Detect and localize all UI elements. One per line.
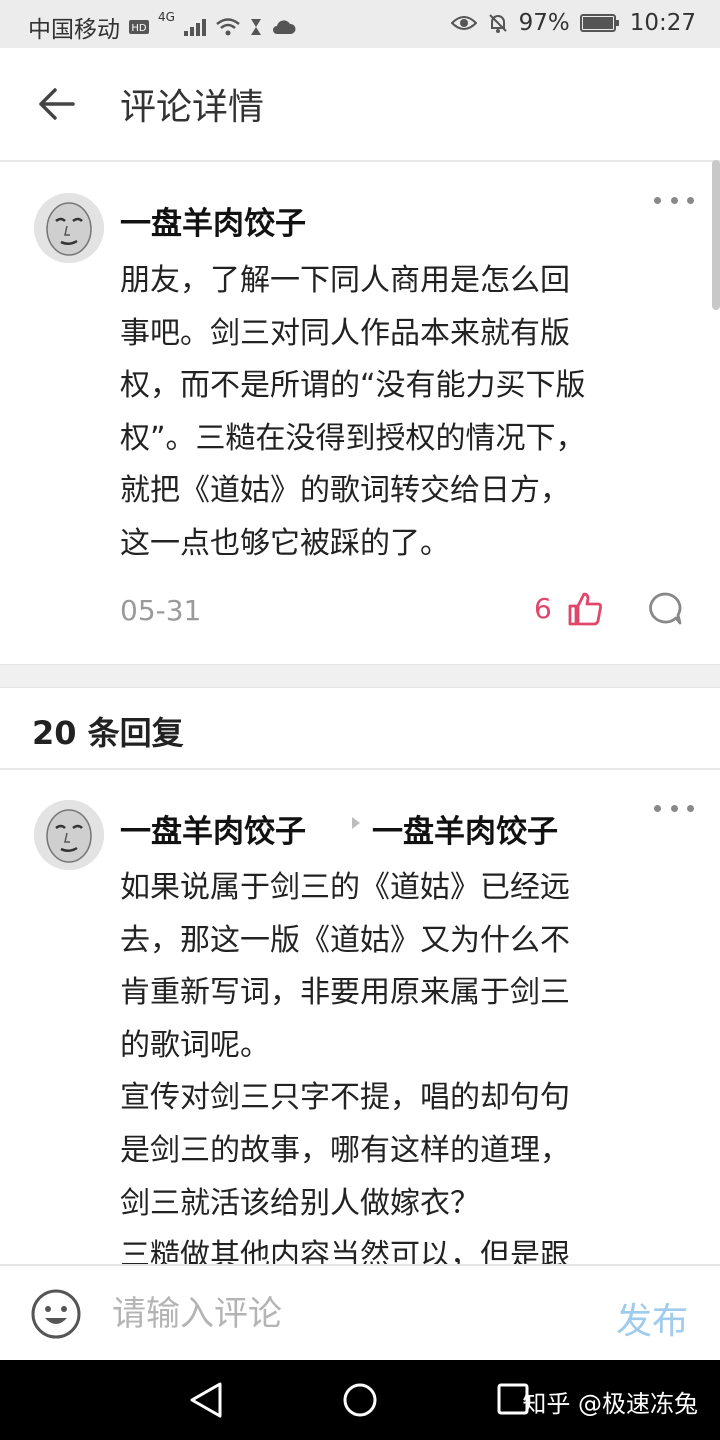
watermark: 知乎 @极速冻兔 (522, 1390, 698, 1418)
header: 评论详情 (0, 48, 720, 160)
like-count: 6 (534, 592, 552, 625)
cloud-icon (271, 18, 297, 36)
eye-icon (450, 14, 477, 32)
reply-body: 如果说属于剑三的《道姑》已经远 去，那这一版《道姑》又为什么不 肯重新写词，非要… (120, 862, 685, 1283)
nav-home-button[interactable] (342, 1382, 378, 1418)
reply-to-arrow-icon (352, 817, 360, 829)
replies-count-heading: 20 条回复 (32, 714, 184, 752)
emoji-button[interactable] (30, 1288, 82, 1340)
like-button[interactable] (566, 590, 604, 628)
speech-bubble-icon (649, 592, 682, 625)
thumbs-up-icon (568, 592, 602, 626)
more-dot-icon (654, 804, 661, 812)
more-options-button[interactable] (654, 190, 694, 210)
reply-line: 的歌词呢。 (120, 1027, 270, 1063)
reply-line: 去，那这一版《道姑》又为什么不 (120, 922, 570, 958)
more-dot-icon (687, 196, 694, 204)
carrier-name: 中国移动 (28, 17, 120, 43)
comment-line: 权”。三糙在没得到授权的情况下， (120, 420, 586, 456)
hourglass-icon (249, 17, 263, 37)
status-right: 97% 10:27 (450, 10, 696, 36)
network-type: 4G (158, 10, 175, 24)
clock: 10:27 (629, 10, 696, 36)
comment-line: 这一点也够它被踩的了。 (120, 525, 450, 561)
back-button[interactable] (34, 82, 78, 126)
nav-back-button[interactable] (188, 1380, 224, 1420)
wifi-icon (215, 17, 241, 37)
replies-divider (0, 768, 720, 770)
comment-date: 05-31 (120, 594, 202, 627)
reply-line: 宣传对剑三只字不提，唱的却句句 (120, 1080, 570, 1116)
reply-button[interactable] (646, 590, 684, 628)
signal-icon (183, 17, 207, 37)
comment-line: 权，而不是所谓的“没有能力买下版 (120, 368, 586, 404)
more-dot-icon (670, 804, 678, 812)
battery-icon (579, 13, 620, 33)
publish-button[interactable]: 发布 (616, 1292, 688, 1344)
scrollbar[interactable] (712, 160, 720, 310)
reply-author[interactable]: 一盘羊肉饺子 (120, 806, 306, 851)
circle-home-icon (343, 1383, 377, 1417)
avatar[interactable] (34, 800, 104, 870)
reply-line: 肯重新写词，非要用原来属于剑三 (120, 975, 570, 1011)
comment-line: 就把《道姑》的歌词转交给日方， (120, 473, 570, 509)
system-nav-bar: 知乎 @极速冻兔 (0, 1360, 720, 1440)
mute-bell-icon (487, 12, 509, 34)
section-separator (0, 664, 720, 688)
comment-author[interactable]: 一盘羊肉饺子 (120, 198, 306, 243)
comment-body: 朋友，了解一下同人商用是怎么回 事吧。剑三对同人作品本来就有版 权，而不是所谓的… (120, 255, 685, 571)
reply-to-author[interactable]: 一盘羊肉饺子 (372, 806, 558, 851)
avatar[interactable] (34, 193, 104, 263)
triangle-back-icon (190, 1382, 222, 1418)
status-bar: 中国移动 HD 4G 97% 10:27 (0, 0, 720, 48)
more-dot-icon (687, 804, 694, 812)
hd-icon: HD (128, 18, 150, 36)
more-dot-icon (670, 196, 678, 204)
comment-input[interactable] (112, 1286, 572, 1342)
status-left: 中国移动 HD 4G (28, 10, 297, 44)
reply-line: 剑三就活该给别人做嫁衣？ (120, 1185, 480, 1221)
comment-input-bar: 发布 (0, 1264, 720, 1360)
meme-face-avatar-icon (34, 800, 104, 870)
svg-text:HD: HD (131, 23, 147, 34)
header-divider (0, 160, 720, 162)
battery-percent: 97% (518, 10, 570, 36)
reply-line: 如果说属于剑三的《道姑》已经远 (120, 870, 570, 905)
page-title: 评论详情 (120, 87, 265, 128)
comment-line: 事吧。剑三对同人作品本来就有版 (120, 315, 570, 351)
more-dot-icon (654, 196, 661, 204)
more-options-button[interactable] (654, 798, 694, 818)
smiley-icon (31, 1289, 81, 1339)
back-arrow-icon (39, 88, 75, 120)
meme-face-avatar-icon (34, 193, 104, 263)
comment-line: 朋友，了解一下同人商用是怎么回 (120, 263, 570, 298)
reply-line: 是剑三的故事，哪有这样的道理， (120, 1132, 570, 1168)
